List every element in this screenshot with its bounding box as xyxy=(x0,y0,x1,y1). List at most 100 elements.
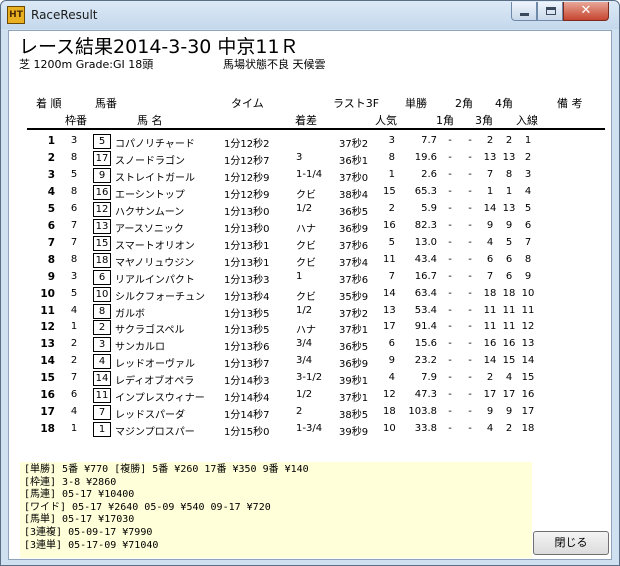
margin: 1/2 xyxy=(296,304,313,316)
corner4-pos: 13 xyxy=(502,202,516,214)
finish-position: 8 xyxy=(47,253,55,266)
waku-number: 7 xyxy=(70,219,78,231)
last-3f: 37秒1 xyxy=(339,325,369,337)
horse-name: シルクフォーチュン xyxy=(115,291,205,303)
horse-name: エーシントップ xyxy=(115,189,185,201)
last-3f: 38秒4 xyxy=(339,189,369,201)
horse-name: ガルボ xyxy=(115,308,145,320)
minimize-button[interactable] xyxy=(511,2,537,21)
table-row: 7 7 15 スマートオリオン 1分13秒1 クビ 37秒6 5 13.0- -4 5 7 xyxy=(9,235,613,253)
header-biko: 備 考 xyxy=(557,97,583,110)
corner3-pos: 17 xyxy=(483,389,497,401)
horse-number: 4 xyxy=(93,354,111,370)
margin: 2 xyxy=(296,406,303,418)
margin: 3/4 xyxy=(296,338,313,350)
waku-number: 6 xyxy=(70,202,78,214)
corner4-pos: 9 xyxy=(505,406,513,418)
corner2-pos: - xyxy=(468,185,472,197)
table-row: 10 5 10 シルクフォーチュン 1分13秒4 クビ 35秒9 14 63.4- -18 18 10 xyxy=(9,286,613,304)
payout-line: [単勝] 5番 ¥770 [複勝] 5番 ¥260 17番 ¥350 9番 ¥1… xyxy=(24,464,309,475)
corner2-pos: - xyxy=(468,236,472,248)
corner2-pos: - xyxy=(468,304,472,316)
win-odds: 33.8 xyxy=(414,423,437,435)
window-close-button[interactable]: ✕ xyxy=(563,2,609,21)
finish-position: 1 xyxy=(47,135,55,147)
finish-line-pos: 2 xyxy=(524,151,532,163)
win-odds: 63.4 xyxy=(414,287,437,299)
title-bar[interactable]: HT RaceResult ✕ xyxy=(1,1,619,29)
last-3f: 37秒2 xyxy=(339,308,369,320)
corner3-pos: 11 xyxy=(483,304,497,316)
corner1-pos: - xyxy=(448,287,452,299)
win-odds: 7.9 xyxy=(421,372,437,384)
finish-position: 11 xyxy=(40,304,55,317)
header-nyusen: 入線 xyxy=(516,114,538,127)
last-3f: 36秒9 xyxy=(339,223,369,235)
horse-number: 14 xyxy=(93,371,111,387)
finish-position: 3 xyxy=(47,168,55,181)
race-time: 1分13秒5 xyxy=(224,308,270,320)
corner2-pos: - xyxy=(468,202,472,214)
last-3f: 36秒5 xyxy=(339,342,369,354)
corner3-pos: 7 xyxy=(486,270,494,282)
win-odds: 103.8 xyxy=(408,406,437,418)
finish-line-pos: 3 xyxy=(524,168,532,180)
win-odds: 65.3 xyxy=(414,185,437,197)
race-time: 1分13秒0 xyxy=(224,206,270,218)
horse-name: レディオブオペラ xyxy=(115,376,195,388)
corner2-pos: - xyxy=(468,338,472,350)
margin: クビ xyxy=(296,189,316,201)
corner2-pos: - xyxy=(468,389,472,401)
corner4-pos: 6 xyxy=(505,270,513,282)
corner1-pos: - xyxy=(448,135,452,146)
horse-number: 8 xyxy=(93,303,111,319)
corner4-pos: 18 xyxy=(502,287,516,299)
corner1-pos: - xyxy=(448,270,452,282)
corner3-pos: 13 xyxy=(483,151,497,163)
table-row: 13 2 3 サンカルロ 1分13秒6 3/4 36秒5 6 15.6- -16 16 13 xyxy=(9,337,613,354)
horse-number: 7 xyxy=(93,405,111,421)
horse-name: スマートオリオン xyxy=(115,240,195,252)
table-row: 14 2 4 レッドオーヴァル 1分13秒7 3/4 36秒9 9 23.2- -14 15 14 xyxy=(9,354,613,371)
horse-number: 1 xyxy=(93,422,111,438)
last-3f: 37秒1 xyxy=(339,393,369,405)
header-tansho: 単勝 xyxy=(405,97,427,110)
popularity: 13 xyxy=(383,304,396,316)
waku-number: 3 xyxy=(70,270,78,282)
finish-line-pos: 8 xyxy=(524,253,532,265)
close-button[interactable]: 閉じる xyxy=(533,531,609,555)
race-time: 1分14秒4 xyxy=(224,393,270,405)
maximize-button[interactable] xyxy=(537,2,563,21)
race-time: 1分13秒0 xyxy=(224,223,270,235)
corner4-pos: 13 xyxy=(502,151,516,163)
waku-number: 2 xyxy=(70,338,78,350)
waku-number: 3 xyxy=(70,135,78,146)
win-odds: 15.6 xyxy=(414,338,437,350)
waku-number: 1 xyxy=(70,423,78,435)
popularity: 7 xyxy=(388,270,395,282)
horse-name: スノードラゴン xyxy=(115,155,185,167)
table-row: 15 7 14 レディオブオペラ 1分14秒3 3-1/2 39秒1 4 7.9- -2 4 15 xyxy=(9,371,613,388)
header-wakuban: 枠番 xyxy=(65,114,87,127)
horse-number: 3 xyxy=(93,337,111,353)
horse-number: 18 xyxy=(93,252,111,268)
payout-line: [ワイド] 05-17 ¥2640 05-09 ¥540 09-17 ¥720 xyxy=(24,501,271,513)
margin: 3 xyxy=(296,151,303,163)
payout-line: [馬単] 05-17 ¥17030 xyxy=(24,514,135,526)
race-time: 1分14秒3 xyxy=(224,376,270,388)
corner1-pos: - xyxy=(448,423,452,435)
horse-number: 16 xyxy=(93,184,111,200)
corner1-pos: - xyxy=(448,338,452,350)
finish-position: 12 xyxy=(40,321,55,334)
header-last3f: ラスト3F xyxy=(333,97,380,110)
popularity: 5 xyxy=(388,236,395,248)
margin: クビ xyxy=(296,291,316,303)
corner2-pos: - xyxy=(468,270,472,282)
corner3-pos: 11 xyxy=(483,321,497,333)
finish-line-pos: 7 xyxy=(524,236,532,248)
table-row: 8 8 18 マヤノリュウジン 1分13秒1 クビ 37秒4 11 43.4- -6 6 8 xyxy=(9,252,613,270)
finish-position: 5 xyxy=(47,202,55,215)
horse-number: 5 xyxy=(93,134,111,149)
horse-name: ストレイトガール xyxy=(115,172,195,184)
finish-position: 10 xyxy=(40,287,55,300)
